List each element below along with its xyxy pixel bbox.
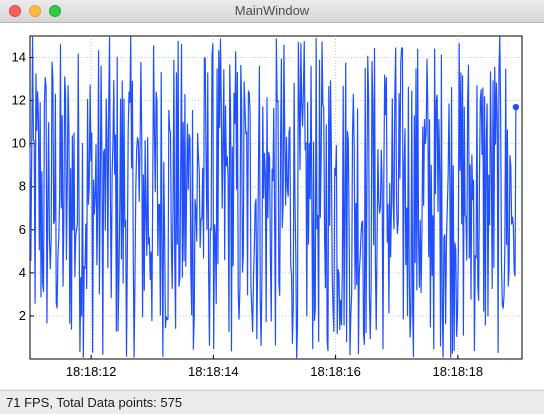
x-tick-label: 18:18:12 <box>66 364 117 379</box>
realtime-line-chart[interactable]: 2 4 6 8 10 12 14 18:18:12 18:18:14 18:18:16 18:18:… <box>0 23 544 389</box>
y-tick-label: 8 <box>19 179 26 194</box>
main-window: MainWindow 2 4 6 8 10 12 14 18:18:12 18:18:14 18:… <box>0 0 544 414</box>
y-tick-label: 4 <box>19 265 26 280</box>
x-tick-label: 18:18:18 <box>433 364 484 379</box>
y-tick-label: 14 <box>12 50 26 65</box>
y-tick-label: 10 <box>12 136 26 151</box>
last-point-marker <box>512 103 520 111</box>
plot-area[interactable]: 2 4 6 8 10 12 14 18:18:12 18:18:14 18:18:16 18:18:… <box>0 23 544 389</box>
status-bar: 71 FPS, Total Data points: 575 <box>0 390 544 414</box>
y-tick-label: 12 <box>12 93 26 108</box>
x-tick-label: 18:18:16 <box>310 364 361 379</box>
y-tick-label: 6 <box>19 222 26 237</box>
window-title: MainWindow <box>234 3 310 18</box>
y-tick-label: 2 <box>19 308 26 323</box>
title-bar[interactable]: MainWindow <box>0 0 544 23</box>
x-tick-label: 18:18:14 <box>188 364 239 379</box>
status-text: 71 FPS, Total Data points: 575 <box>6 395 183 410</box>
